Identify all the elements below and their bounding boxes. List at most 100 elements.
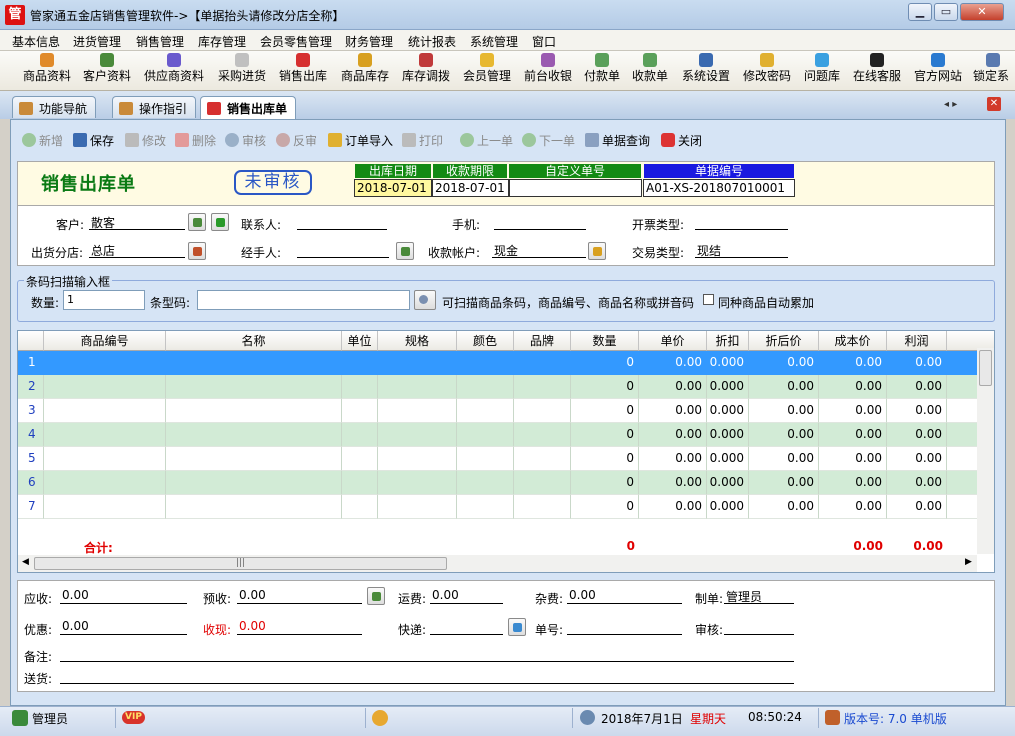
table-cell[interactable]: 0.00 [639,375,707,399]
table-cell[interactable]: 0.00 [819,447,887,471]
table-cell[interactable]: 0.00 [639,423,707,447]
new-button[interactable]: 新增 [22,132,63,149]
delivery-field[interactable] [60,668,794,684]
table-cell[interactable]: 0.00 [639,351,707,375]
table-cell[interactable] [166,351,342,375]
add-customer-button[interactable] [211,213,229,231]
due-date-field[interactable]: 2018-07-01 [432,179,509,197]
toolbar-sales-out[interactable]: 销售出库 [277,53,329,89]
branch-picker-button[interactable] [188,242,206,260]
table-cell[interactable] [166,495,342,519]
table-cell[interactable]: 0.00 [887,471,947,495]
table-cell[interactable] [378,423,457,447]
table-cell[interactable] [514,399,571,423]
toolbar-stock[interactable]: 商品库存 [339,53,391,89]
table-row[interactable]: 7 0 0.00 0.000 0.00 0.00 0.00 [18,495,978,519]
table-cell[interactable]: 0.00 [749,447,819,471]
maker-field[interactable]: 管理员 [724,588,794,604]
column-header[interactable]: 数量 [571,331,639,351]
maximize-button[interactable]: ▭ [934,3,958,21]
toolbar-supplier-info[interactable]: 供应商资料 [142,53,206,89]
prev-bill-button[interactable]: 上一单 [460,132,513,149]
row-number[interactable]: 2 [18,375,44,399]
column-header[interactable]: 利润 [887,331,947,351]
table-cell[interactable] [947,471,978,495]
table-cell[interactable] [342,375,378,399]
table-cell[interactable]: 0 [571,495,639,519]
menu-purchase[interactable]: 进货管理 [73,33,121,50]
toolbar-faq[interactable]: 问题库 [802,53,842,89]
table-cell[interactable]: 0.00 [749,471,819,495]
table-cell[interactable] [514,495,571,519]
table-cell[interactable]: 0.00 [887,375,947,399]
out-date-field[interactable]: 2018-07-01 [354,179,432,197]
menu-window[interactable]: 窗口 [532,33,556,50]
table-cell[interactable] [44,399,166,423]
table-cell[interactable] [378,375,457,399]
table-cell[interactable] [947,351,978,375]
scroll-thumb[interactable]: ||| [34,557,447,570]
toolbar-payment[interactable]: 付款单 [583,53,621,89]
table-cell[interactable] [457,351,514,375]
freight-field[interactable]: 0.00 [430,588,503,604]
toolbar-receipt[interactable]: 收款单 [631,53,669,89]
save-button[interactable]: 保存 [73,132,114,149]
table-cell[interactable] [342,423,378,447]
column-header[interactable]: 商品编号 [44,331,166,351]
customer-picker-button[interactable] [188,213,206,231]
table-cell[interactable]: 0.000 [707,495,749,519]
discount-field[interactable]: 0.00 [60,619,187,635]
menu-basic-info[interactable]: 基本信息 [12,33,60,50]
table-cell[interactable]: 0 [571,375,639,399]
row-number[interactable]: 4 [18,423,44,447]
table-cell[interactable] [947,375,978,399]
table-cell[interactable] [166,399,342,423]
table-cell[interactable]: 0 [571,447,639,471]
query-bill-button[interactable]: 单据查询 [585,132,650,149]
table-cell[interactable]: 0.00 [749,375,819,399]
quantity-input[interactable]: 1 [63,290,145,310]
tracking-no-field[interactable] [567,619,682,635]
accumulate-checkbox[interactable] [703,294,714,305]
table-row[interactable]: 4 0 0.00 0.000 0.00 0.00 0.00 [18,423,978,447]
table-cell[interactable]: 0.00 [887,351,947,375]
express-field[interactable] [430,619,503,635]
table-row[interactable]: 2 0 0.00 0.000 0.00 0.00 0.00 [18,375,978,399]
table-cell[interactable] [378,447,457,471]
table-cell[interactable]: 0 [571,423,639,447]
edit-button[interactable]: 修改 [125,132,166,149]
menu-member-retail[interactable]: 会员零售管理 [260,33,332,50]
menu-system[interactable]: 系统管理 [470,33,518,50]
column-header[interactable]: 成本价 [819,331,887,351]
column-header[interactable]: 单位 [342,331,378,351]
table-cell[interactable] [947,423,978,447]
menu-sales[interactable]: 销售管理 [136,33,184,50]
table-cell[interactable]: 0 [571,471,639,495]
column-header[interactable]: 颜色 [457,331,514,351]
account-field[interactable]: 现金 [492,242,586,258]
account-picker-button[interactable] [588,242,606,260]
toolbar-settings[interactable]: 系统设置 [680,53,732,89]
table-cell[interactable] [378,399,457,423]
horizontal-scrollbar[interactable]: ◀ ||| ▶ [18,555,977,572]
table-cell[interactable]: 0.00 [887,447,947,471]
tab-scroll-arrows[interactable]: ◂ ▸ [944,99,957,110]
table-cell[interactable] [342,447,378,471]
table-cell[interactable] [166,447,342,471]
table-cell[interactable] [457,423,514,447]
toolbar-purchase-in[interactable]: 采购进货 [216,53,268,89]
delete-button[interactable]: 删除 [175,132,216,149]
table-cell[interactable]: 0.00 [749,423,819,447]
table-cell[interactable] [514,375,571,399]
audit-button[interactable]: 审核 [225,132,266,149]
table-cell[interactable] [514,471,571,495]
table-cell[interactable] [44,351,166,375]
column-header[interactable]: 规格 [378,331,457,351]
handler-picker-button[interactable] [396,242,414,260]
express-picker-button[interactable] [508,618,526,636]
barcode-input[interactable] [197,290,410,310]
minimize-button[interactable]: ▁ [908,3,932,21]
table-cell[interactable]: 0.00 [819,495,887,519]
remark-field[interactable] [60,646,794,662]
next-bill-button[interactable]: 下一单 [522,132,575,149]
